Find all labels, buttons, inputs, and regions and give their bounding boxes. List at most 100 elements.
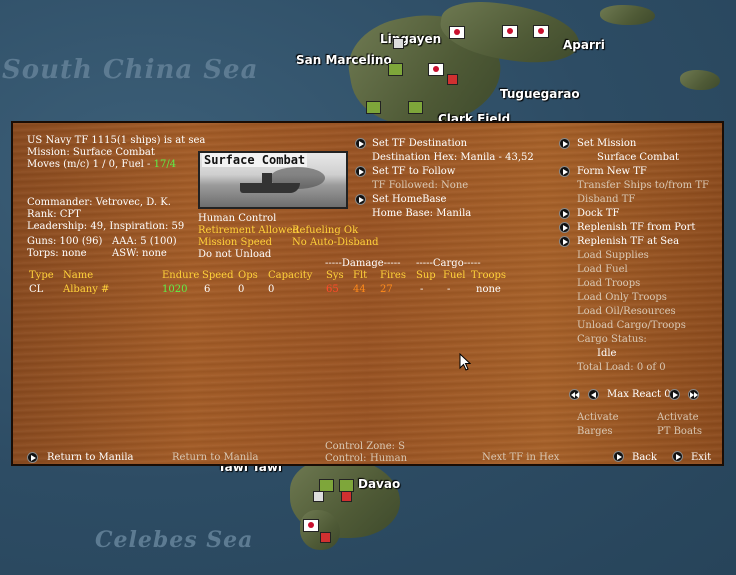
replenish-port-arrow-icon[interactable]	[559, 222, 570, 233]
transfer-ships-button[interactable]: Transfer Ships to/from TF	[577, 180, 709, 192]
load-oil-button[interactable]: Load Oil/Resources	[577, 306, 676, 318]
pt-boats-label[interactable]: PT Boats	[657, 426, 702, 438]
form-new-tf-button[interactable]: Form New TF	[577, 166, 647, 178]
guns: Guns: 100 (96)	[27, 236, 103, 247]
form-new-tf-arrow-icon[interactable]	[559, 166, 570, 177]
cell-fuel: -	[447, 284, 451, 295]
allied-unit-icon[interactable]	[388, 63, 403, 76]
max-react-last-icon[interactable]	[688, 389, 699, 400]
base-marker-icon[interactable]	[313, 491, 324, 502]
replenish-sea-button[interactable]: Replenish TF at Sea	[577, 236, 679, 248]
control-zone: Control Zone: S	[325, 441, 406, 452]
aaa-value: AAA: 5 (100)	[112, 236, 177, 247]
set-follow-arrow-icon[interactable]	[355, 166, 366, 177]
return-arrow-icon[interactable]	[27, 452, 38, 463]
current-mission: Surface Combat	[597, 152, 679, 163]
back-arrow-icon[interactable]	[613, 451, 624, 462]
control-label: Control:	[325, 453, 367, 464]
cell-type: CL	[29, 284, 44, 295]
col-sys[interactable]: Sys	[326, 270, 344, 282]
cargo-group-header: -----Cargo-----	[416, 258, 481, 269]
dock-tf-arrow-icon[interactable]	[559, 208, 570, 219]
col-name[interactable]: Name	[63, 270, 93, 282]
max-react: Max React 0	[607, 389, 671, 400]
set-homebase-button[interactable]: Set HomeBase	[372, 194, 446, 206]
unload-cargo-button[interactable]: Unload Cargo/Troops	[577, 320, 686, 332]
barges-label[interactable]: Barges	[577, 426, 613, 438]
col-speed[interactable]: Speed	[202, 270, 234, 282]
city-lingayen[interactable]: Lingayen	[380, 32, 441, 46]
col-flt[interactable]: Flt	[353, 270, 367, 282]
base-marker-icon[interactable]	[341, 491, 352, 502]
set-destination-arrow-icon[interactable]	[355, 138, 366, 149]
cell-capacity: 0	[268, 284, 275, 295]
cargo-status-label: Cargo Status:	[577, 334, 647, 345]
city-san-marcelino[interactable]: San Marcelino	[296, 53, 392, 67]
refueling-toggle[interactable]: Refueling Ok	[292, 225, 358, 237]
col-fires[interactable]: Fires	[380, 270, 406, 282]
tf-followed: TF Followed: None	[372, 180, 469, 191]
commander[interactable]: Commander: Vetrovec, D. K.	[27, 197, 171, 209]
replenish-port-button[interactable]: Replenish TF from Port	[577, 222, 695, 234]
return-destination-text: Return to Manila	[172, 452, 259, 463]
col-troops[interactable]: Troops	[471, 270, 506, 282]
disband-tf-button[interactable]: Disband TF	[577, 194, 635, 206]
load-fuel-button[interactable]: Load Fuel	[577, 264, 628, 276]
load-only-troops-button[interactable]: Load Only Troops	[577, 292, 667, 304]
return-button[interactable]: Return to Manila	[47, 452, 134, 464]
allied-unit-icon[interactable]	[366, 101, 381, 114]
max-react-first-icon[interactable]	[569, 389, 580, 400]
control-value: Human	[370, 453, 408, 464]
set-homebase-arrow-icon[interactable]	[355, 194, 366, 205]
aaa: AAA: 5 (100)	[112, 236, 177, 248]
activate-pt-button[interactable]: Activate	[657, 412, 699, 424]
japanese-unit-icon[interactable]	[303, 519, 319, 532]
col-type[interactable]: Type	[29, 270, 54, 282]
col-endure[interactable]: Endure	[162, 270, 199, 282]
col-sup[interactable]: Sup	[416, 270, 436, 282]
load-troops-button[interactable]: Load Troops	[577, 278, 640, 290]
set-mission-button[interactable]: Set Mission	[577, 138, 636, 150]
replenish-sea-arrow-icon[interactable]	[559, 236, 570, 247]
city-tuguegarao[interactable]: Tuguegarao	[500, 87, 580, 101]
leadership: Leadership: 49, Inspiration: 59	[27, 221, 185, 232]
set-mission-arrow-icon[interactable]	[559, 138, 570, 149]
mission-speed-toggle[interactable]: Mission Speed	[198, 237, 272, 249]
dock-tf-button[interactable]: Dock TF	[577, 208, 620, 220]
set-destination-button[interactable]: Set TF Destination	[372, 138, 467, 150]
exit-button[interactable]: Exit	[691, 452, 711, 464]
japanese-unit-icon[interactable]	[428, 63, 444, 76]
city-davao[interactable]: Davao	[358, 477, 400, 491]
japanese-unit-icon[interactable]	[533, 25, 549, 38]
retirement-toggle[interactable]: Retirement Allowed	[198, 225, 299, 237]
japanese-unit-icon[interactable]	[502, 25, 518, 38]
base-marker-icon[interactable]	[320, 532, 331, 543]
col-ops[interactable]: Ops	[238, 270, 258, 282]
warship-tower-graphic	[262, 173, 272, 185]
exit-arrow-icon[interactable]	[672, 451, 683, 462]
base-marker-icon[interactable]	[393, 38, 404, 49]
unload-toggle[interactable]: Do not Unload	[198, 249, 271, 261]
japanese-unit-icon[interactable]	[449, 26, 465, 39]
col-capacity[interactable]: Capacity	[268, 270, 312, 282]
auto-disband-toggle[interactable]: No Auto-Disband	[292, 237, 379, 249]
sea-label-celebes: Celebes Sea	[95, 527, 254, 553]
col-fuel[interactable]: Fuel	[443, 270, 466, 282]
human-control[interactable]: Human Control	[198, 213, 276, 225]
cell-name[interactable]: Albany #	[63, 284, 109, 296]
cell-flt: 44	[353, 284, 366, 295]
max-react-prev-icon[interactable]	[588, 389, 599, 400]
next-tf-button[interactable]: Next TF in Hex	[482, 452, 559, 464]
activate-barges-button[interactable]: Activate	[577, 412, 619, 424]
torps: Torps: none	[27, 248, 87, 259]
max-react-next-icon[interactable]	[669, 389, 680, 400]
base-marker-icon[interactable]	[447, 74, 458, 85]
back-button[interactable]: Back	[632, 452, 657, 464]
allied-unit-icon[interactable]	[408, 101, 423, 114]
set-follow-button[interactable]: Set TF to Follow	[372, 166, 455, 178]
city-aparri[interactable]: Aparri	[563, 38, 605, 52]
sea-label-south-china: South China Sea	[2, 55, 259, 85]
cell-troops: none	[476, 284, 501, 295]
cell-sys: 65	[326, 284, 339, 295]
load-supplies-button[interactable]: Load Supplies	[577, 250, 649, 262]
